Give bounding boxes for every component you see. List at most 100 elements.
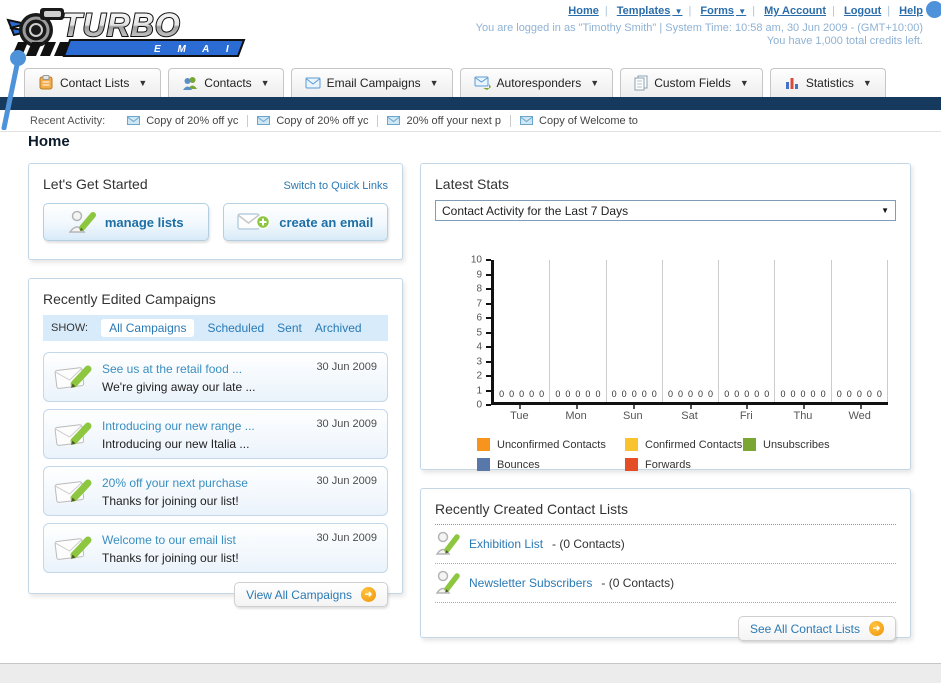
contact-list-item[interactable]: Exhibition List - (0 Contacts) xyxy=(435,525,896,564)
chevron-down-icon: ▼ xyxy=(881,206,889,215)
filter-archived[interactable]: Archived xyxy=(315,321,362,335)
chart-value: 0 xyxy=(611,389,617,399)
filter-sent[interactable]: Sent xyxy=(277,321,302,335)
nav-link-my-account[interactable]: My Account xyxy=(764,5,826,17)
y-tick-mark xyxy=(486,273,491,276)
navy-bar xyxy=(0,97,941,110)
tab-label: Autoresponders xyxy=(496,76,582,90)
x-tick-label: Sun xyxy=(604,405,661,422)
header-nav: Home | Templates ▼ | Forms ▼ | My Account | … xyxy=(568,5,923,17)
turbo-email-logo: E M A I L TURBO xyxy=(6,6,249,57)
create-email-plus-icon xyxy=(237,213,271,230)
tab-contact-lists[interactable]: Contact Lists ▼ xyxy=(24,68,162,97)
chart-value-labels: 00000 xyxy=(607,389,662,399)
stats-range-select[interactable]: Contact Activity for the Last 7 Days ▼ xyxy=(435,200,896,221)
chevron-down-icon: ▼ xyxy=(429,78,439,88)
latest-stats-panel: Latest Stats Contact Activity for the La… xyxy=(420,163,911,471)
legend-item: Unconfirmed Contacts xyxy=(477,438,625,451)
manage-lists-icon xyxy=(68,210,96,233)
manage-lists-button[interactable]: manage lists xyxy=(43,203,209,241)
contact-list-name-link[interactable]: Newsletter Subscribers xyxy=(469,576,592,590)
switch-quick-links-link[interactable]: Switch to Quick Links xyxy=(283,180,388,192)
stats-range-value: Contact Activity for the Last 7 Days xyxy=(442,203,629,218)
x-tick-label: Sat xyxy=(661,405,718,422)
campaign-subtitle: Introducing our new Italia ... xyxy=(102,437,250,451)
y-tick-mark xyxy=(486,331,491,334)
campaign-card[interactable]: Introducing our new range ... 30 Jun 200… xyxy=(43,409,388,459)
campaign-cards: See us at the retail food ... 30 Jun 200… xyxy=(43,352,388,573)
y-tick-mark xyxy=(486,360,491,363)
chart-value: 0 xyxy=(555,389,561,399)
chart-value: 0 xyxy=(764,389,770,399)
chart-value: 0 xyxy=(631,389,637,399)
contact-list-name-link[interactable]: Exhibition List xyxy=(469,537,543,551)
chart-value: 0 xyxy=(651,389,657,399)
tab-autoresponders[interactable]: Autoresponders ▼ xyxy=(459,68,614,97)
campaign-edit-icon xyxy=(54,365,92,389)
tab-email-campaigns[interactable]: Email Campaigns ▼ xyxy=(290,68,453,97)
nav-link-home[interactable]: Home xyxy=(568,5,599,17)
recent-activity-item[interactable]: 20% off your next p xyxy=(387,114,512,127)
recent-activity-item[interactable]: Copy of Welcome to xyxy=(520,115,647,127)
nav-separator: | xyxy=(688,5,692,17)
legend-item: Bounces xyxy=(477,458,625,471)
login-info: You are logged in as "Timothy Smith" | S… xyxy=(475,22,923,34)
campaign-title-link[interactable]: Introducing our new range ... xyxy=(102,419,255,433)
create-email-button[interactable]: create an email xyxy=(222,203,388,241)
view-all-campaigns-button[interactable]: View All Campaigns ➜ xyxy=(234,582,388,607)
page-title: Home xyxy=(28,133,70,150)
y-tick-mark xyxy=(486,389,491,392)
chart-legend: Unconfirmed Contacts Confirmed Contacts Un… xyxy=(477,438,896,471)
nav-link-templates[interactable]: Templates ▼ xyxy=(617,5,683,17)
chart-value: 0 xyxy=(519,389,525,399)
y-tick-label: 7 xyxy=(476,298,482,309)
chart-value: 0 xyxy=(820,389,826,399)
recent-activity-item[interactable]: Copy of 20% off yc xyxy=(127,114,249,127)
pin-decoration xyxy=(1,50,26,130)
campaign-card[interactable]: Welcome to our email list 30 Jun 2009 Th… xyxy=(43,523,388,573)
latest-stats-title: Latest Stats xyxy=(435,176,509,192)
chart-value: 0 xyxy=(687,389,693,399)
chart-day-group: 00000 xyxy=(550,260,607,402)
statistics-icon xyxy=(785,78,798,89)
campaign-title-link[interactable]: 20% off your next purchase xyxy=(102,476,248,490)
filter-all-campaigns[interactable]: All Campaigns xyxy=(101,319,195,337)
tab-label: Statistics xyxy=(805,76,854,90)
filter-scheduled[interactable]: Scheduled xyxy=(207,321,264,335)
main-tabbar: Contact Lists ▼ Contacts ▼ Email Campaigns… xyxy=(0,67,941,97)
campaign-title-link[interactable]: See us at the retail food ... xyxy=(102,362,242,376)
chart-value: 0 xyxy=(595,389,601,399)
legend-swatch xyxy=(625,438,638,451)
chart-value: 0 xyxy=(754,389,760,399)
envelope-icon xyxy=(520,116,534,125)
tab-contacts[interactable]: Contacts ▼ xyxy=(168,68,284,97)
chevron-down-icon: ▼ xyxy=(138,78,148,88)
contact-list-item[interactable]: Newsletter Subscribers - (0 Contacts) xyxy=(435,564,896,603)
campaign-title-link[interactable]: Welcome to our email list xyxy=(102,533,236,547)
chart-day-group: 00000 xyxy=(663,260,720,402)
chart-value: 0 xyxy=(565,389,571,399)
see-all-contact-lists-button[interactable]: See All Contact Lists ➜ xyxy=(737,616,896,641)
y-tick-mark xyxy=(486,375,491,377)
nav-link-logout[interactable]: Logout xyxy=(844,5,881,17)
tab-label: Contact Lists xyxy=(60,76,130,90)
y-tick-label: 2 xyxy=(476,370,482,382)
chart-value: 0 xyxy=(539,389,545,399)
contact-lists-icon xyxy=(39,75,53,90)
campaign-card[interactable]: 20% off your next purchase 30 Jun 2009 T… xyxy=(43,466,388,516)
nav-separator: | xyxy=(887,5,891,17)
recent-activity-bar: Recent Activity: Copy of 20% off yc Copy… xyxy=(0,110,941,132)
recent-activity-item[interactable]: Copy of 20% off yc xyxy=(257,114,379,127)
tab-statistics[interactable]: Statistics ▼ xyxy=(769,68,886,97)
campaign-card[interactable]: See us at the retail food ... 30 Jun 200… xyxy=(43,352,388,402)
legend-label: Bounces xyxy=(497,458,540,471)
contact-list-detail: - (0 Contacts) xyxy=(601,576,675,590)
nav-separator: | xyxy=(604,5,608,17)
legend-label: Unsubscribes xyxy=(763,438,830,451)
tab-label: Email Campaigns xyxy=(326,76,421,90)
tab-custom-fields[interactable]: Custom Fields ▼ xyxy=(620,68,763,97)
chart-value: 0 xyxy=(509,389,515,399)
y-tick-label: 3 xyxy=(476,356,482,367)
nav-link-help[interactable]: Help xyxy=(899,5,923,17)
nav-link-forms[interactable]: Forms ▼ xyxy=(700,5,746,17)
